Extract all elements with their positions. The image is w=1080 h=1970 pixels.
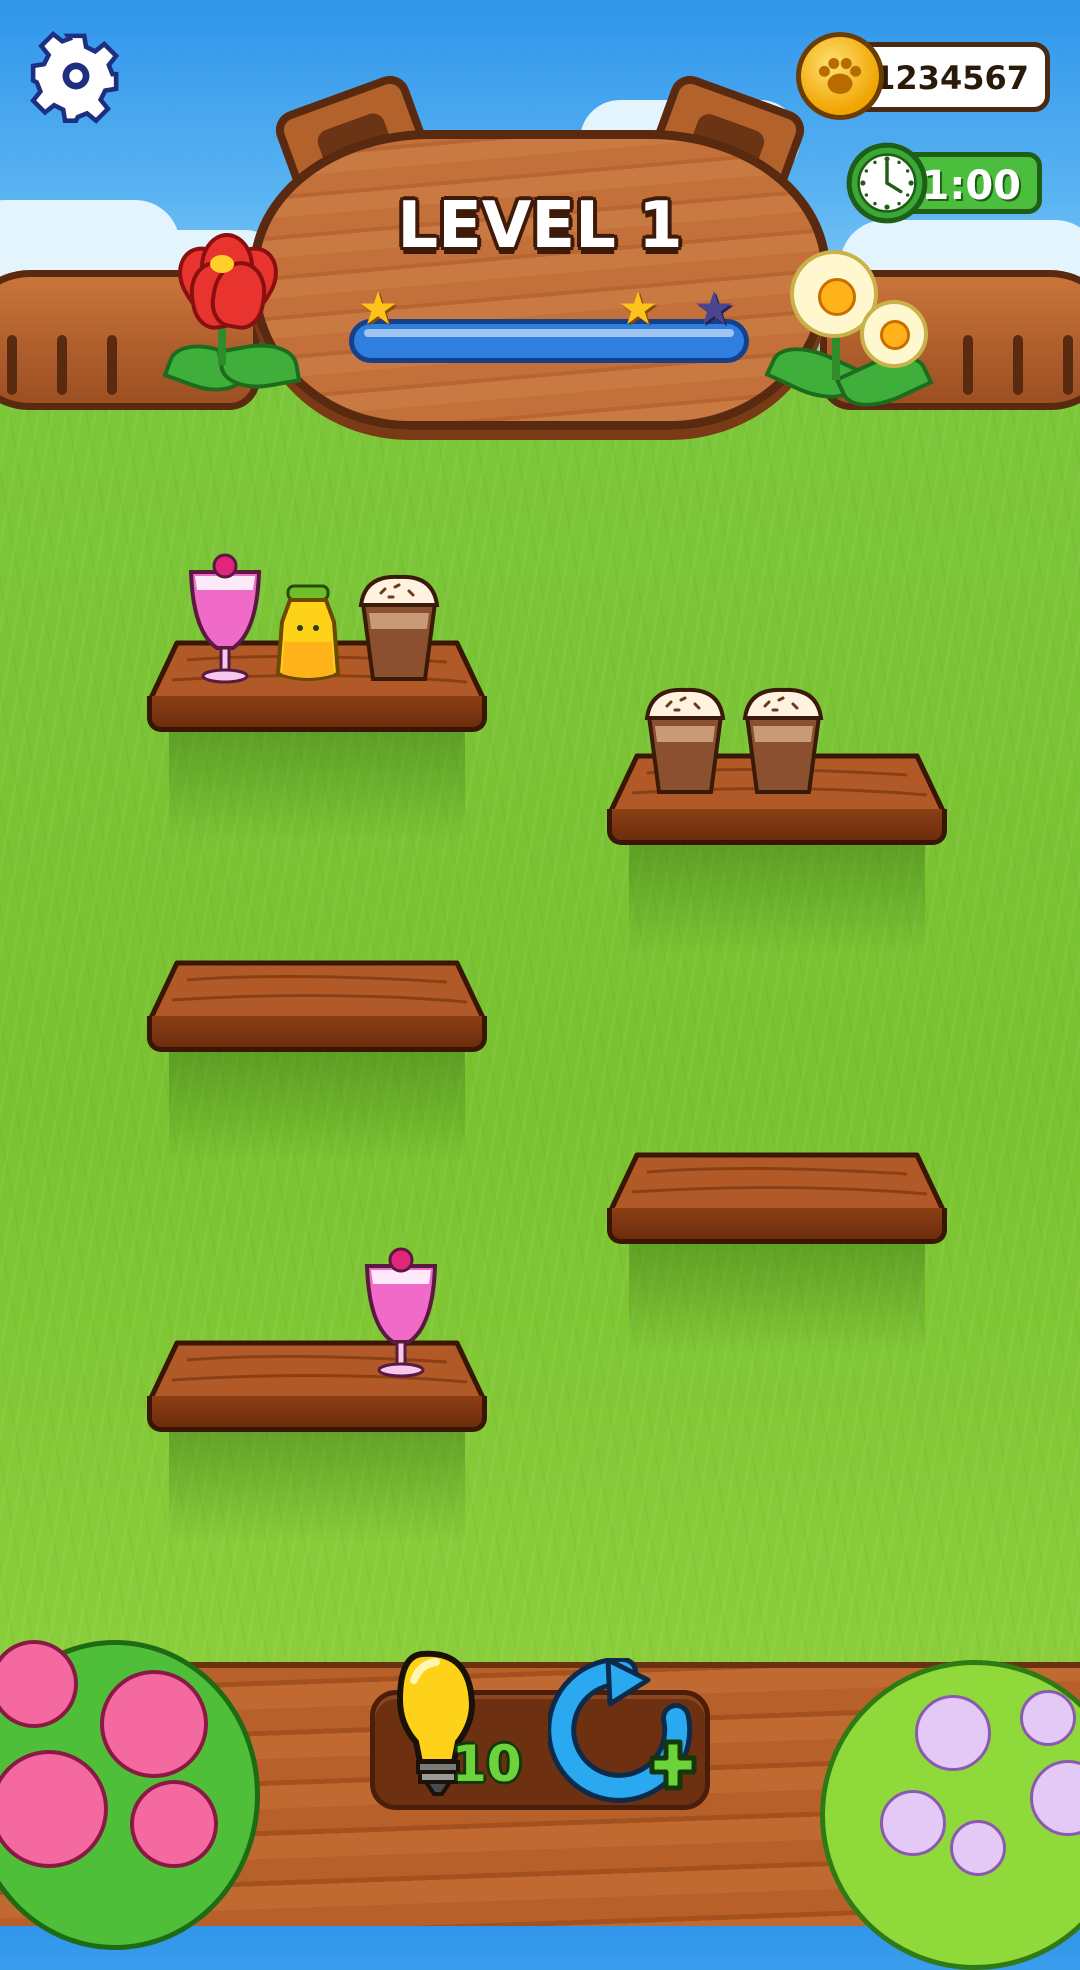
star-icon: ★ xyxy=(693,281,735,335)
clock-icon xyxy=(846,142,928,224)
rose-bush-decoration xyxy=(0,1620,270,1950)
star-icon: ★ xyxy=(357,281,399,335)
chocolate-latte-item[interactable] xyxy=(739,686,827,798)
yellow-juice-item[interactable] xyxy=(272,582,344,686)
level-progress-bar xyxy=(349,319,749,363)
star-icon: ★ xyxy=(617,281,659,335)
shelf[interactable] xyxy=(147,960,487,1162)
pink-smoothie-item[interactable] xyxy=(361,1246,441,1382)
paw-coin-icon xyxy=(796,32,884,120)
coin-count: 1234567 xyxy=(873,59,1029,97)
settings-gear-icon[interactable] xyxy=(28,28,124,124)
level-title: LEVEL 1 xyxy=(397,189,683,263)
hint-count: 10 xyxy=(452,1735,522,1793)
shelf[interactable] xyxy=(607,1152,947,1354)
red-flower-decoration xyxy=(160,225,302,403)
refresh-plus-icon[interactable] xyxy=(548,1658,698,1808)
timer-value: 1:00 xyxy=(921,163,1022,209)
pink-smoothie-item[interactable] xyxy=(185,552,265,688)
level-sign: LEVEL 1 ★ ★ ★ xyxy=(250,130,830,430)
daisy-flower-decoration xyxy=(764,250,940,421)
lilac-bush-decoration xyxy=(820,1640,1080,1970)
chocolate-latte-item[interactable] xyxy=(355,573,443,685)
chocolate-latte-item[interactable] xyxy=(641,686,729,798)
